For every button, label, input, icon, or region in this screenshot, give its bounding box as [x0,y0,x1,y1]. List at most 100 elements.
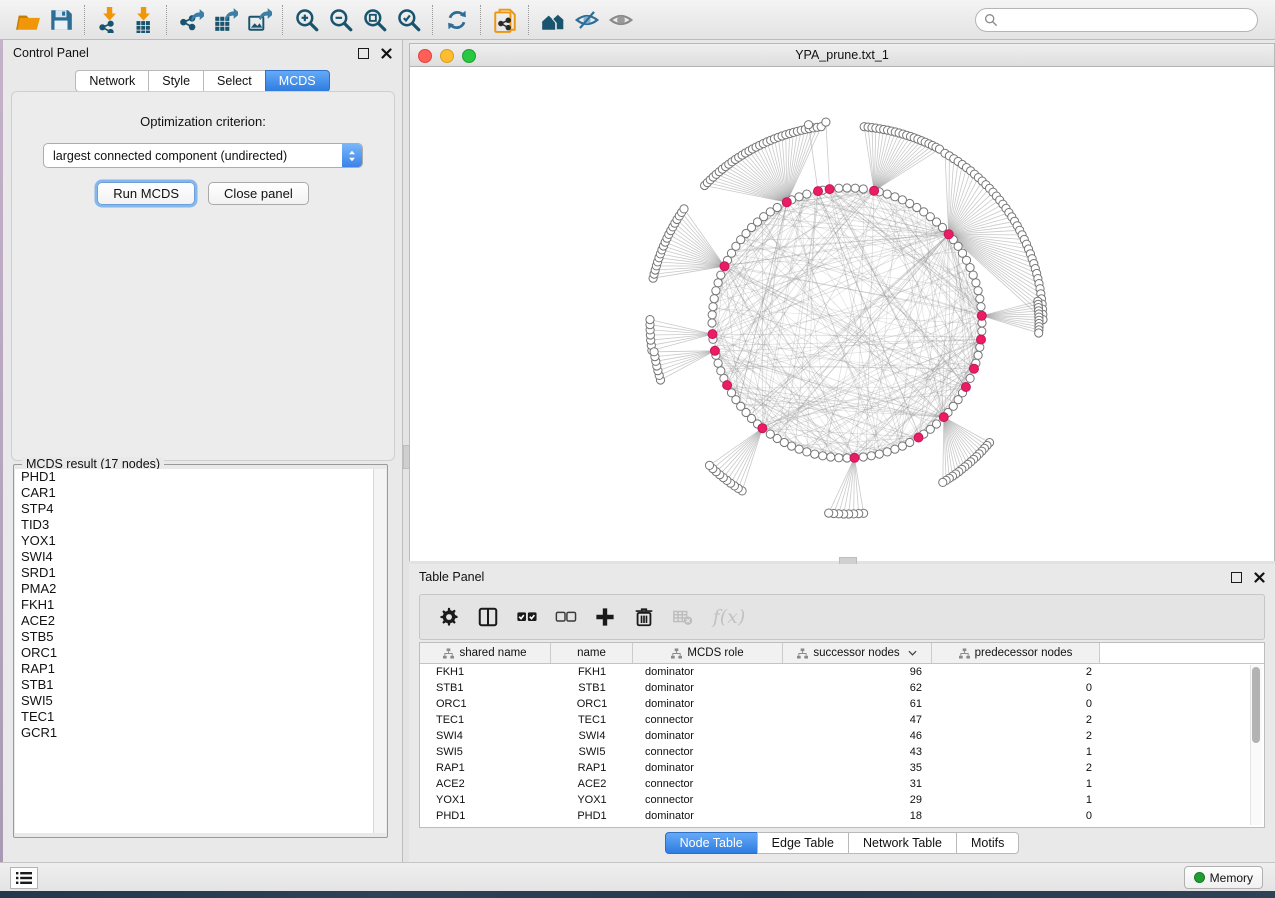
import-network-icon[interactable] [92,5,126,35]
select-all-icon[interactable] [512,602,542,632]
task-history-button[interactable] [10,867,38,889]
open-file-icon[interactable] [10,5,44,35]
table-cell: dominator [633,762,783,774]
tab-select[interactable]: Select [203,70,265,92]
table-cell: 47 [783,714,932,726]
list-item[interactable]: SWI5 [15,693,373,709]
list-item[interactable]: CAR1 [15,485,373,501]
close-panel-button[interactable]: Close panel [208,182,309,205]
table-cell: 18 [783,810,932,822]
table-settings-icon[interactable] [434,602,464,632]
column-visibility-icon[interactable] [473,602,503,632]
list-item[interactable]: YOX1 [15,533,373,549]
tab-network[interactable]: Network [75,70,148,92]
table-scrollbar-thumb[interactable] [1252,667,1260,743]
import-table-icon[interactable] [126,5,160,35]
list-item[interactable]: TEC1 [15,709,373,725]
export-image-icon[interactable] [242,5,276,35]
list-item[interactable]: ORC1 [15,645,373,661]
table-cell: dominator [633,698,783,710]
tab-edge-table[interactable]: Edge Table [757,832,848,854]
table-cell: dominator [633,810,783,822]
tab-motifs[interactable]: Motifs [956,832,1019,854]
column-header-shared-name[interactable]: shared name [420,643,551,663]
memory-status-icon [1194,872,1205,883]
tab-network-table[interactable]: Network Table [848,832,956,854]
memory-button[interactable]: Memory [1184,866,1263,889]
list-item[interactable]: SRD1 [15,565,373,581]
first-neighbors-icon[interactable] [536,5,570,35]
zoom-out-icon[interactable] [324,5,358,35]
close-window-icon[interactable] [418,49,432,63]
close-panel-icon[interactable] [381,48,392,59]
table-row[interactable]: YOX1YOX1connector291 [420,792,1264,808]
search-box[interactable] [975,8,1258,32]
export-table-icon[interactable] [208,5,242,35]
refresh-layout-icon[interactable] [440,5,474,35]
list-item[interactable]: ACE2 [15,613,373,629]
list-item[interactable]: TID3 [15,517,373,533]
run-mcds-button[interactable]: Run MCDS [97,182,195,205]
table-row[interactable]: ORC1ORC1dominator610 [420,696,1264,712]
list-item[interactable]: STB5 [15,629,373,645]
table-cell: 31 [783,778,932,790]
clone-network-icon[interactable] [488,5,522,35]
table-row[interactable]: FKH1FKH1dominator962 [420,664,1264,680]
table-scrollbar[interactable] [1250,665,1262,825]
list-item[interactable]: STB1 [15,677,373,693]
list-item[interactable]: FKH1 [15,597,373,613]
zoom-fit-icon[interactable] [358,5,392,35]
network-canvas[interactable] [410,67,1274,561]
deselect-all-icon[interactable] [551,602,581,632]
zoom-selected-icon[interactable] [392,5,426,35]
list-item[interactable]: RAP1 [15,661,373,677]
function-builder-icon: f(x) [707,602,751,632]
control-panel-titlebar: Control Panel [3,40,402,66]
graph-nodes[interactable] [646,118,1047,518]
list-item[interactable]: SWI4 [15,549,373,565]
vertical-splitter[interactable] [402,40,409,862]
table-row[interactable]: SWI5SWI5connector431 [420,744,1264,760]
mcds-result-list[interactable]: PHD1CAR1STP4TID3YOX1SWI4SRD1PMA2FKH1ACE2… [15,469,374,833]
search-input[interactable] [998,10,1257,30]
float-panel-icon[interactable] [358,48,369,59]
hide-selected-icon[interactable] [570,5,604,35]
show-all-icon[interactable] [604,5,638,35]
table-row[interactable]: SWI4SWI4dominator462 [420,728,1264,744]
zoom-in-icon[interactable] [290,5,324,35]
add-column-icon[interactable] [590,602,620,632]
table-row[interactable]: PHD1PHD1dominator180 [420,808,1264,824]
column-header-MCDS-role[interactable]: MCDS role [633,643,783,663]
toolbar-separator [432,5,434,35]
tab-mcds[interactable]: MCDS [265,70,330,92]
table-row[interactable]: RAP1RAP1dominator352 [420,760,1264,776]
network-window-titlebar[interactable]: YPA_prune.txt_1 [410,44,1274,67]
dropdown-stepper-icon [342,144,362,167]
close-table-panel-icon[interactable] [1254,572,1265,583]
column-header-successor-nodes[interactable]: successor nodes [783,643,932,663]
table-row[interactable]: STB1STB1dominator620 [420,680,1264,696]
table-cell: TEC1 [551,714,633,726]
column-header-name[interactable]: name [551,643,633,663]
maximize-window-icon[interactable] [462,49,476,63]
table-panel-tabs: Node TableEdge TableNetwork TableMotifs [409,832,1275,854]
tab-node-table[interactable]: Node Table [665,832,757,854]
table-cell: 2 [932,666,1100,678]
column-header-predecessor-nodes[interactable]: predecessor nodes [932,643,1100,663]
save-session-icon[interactable] [44,5,78,35]
table-row[interactable]: TEC1TEC1connector472 [420,712,1264,728]
minimize-window-icon[interactable] [440,49,454,63]
list-item[interactable]: STP4 [15,501,373,517]
list-item[interactable]: PMA2 [15,581,373,597]
dropdown-value: largest connected component (undirected) [44,149,342,163]
optimization-criterion-dropdown[interactable]: largest connected component (undirected) [43,143,363,168]
table-row[interactable]: ACE2ACE2connector311 [420,776,1264,792]
list-item[interactable]: PHD1 [15,469,373,485]
list-item[interactable]: GCR1 [15,725,373,741]
float-table-panel-icon[interactable] [1231,572,1242,583]
delete-column-icon[interactable] [629,602,659,632]
network-graph[interactable] [410,67,1274,561]
mcds-list-scrollbar[interactable] [374,469,386,833]
tab-style[interactable]: Style [148,70,203,92]
export-network-icon[interactable] [174,5,208,35]
